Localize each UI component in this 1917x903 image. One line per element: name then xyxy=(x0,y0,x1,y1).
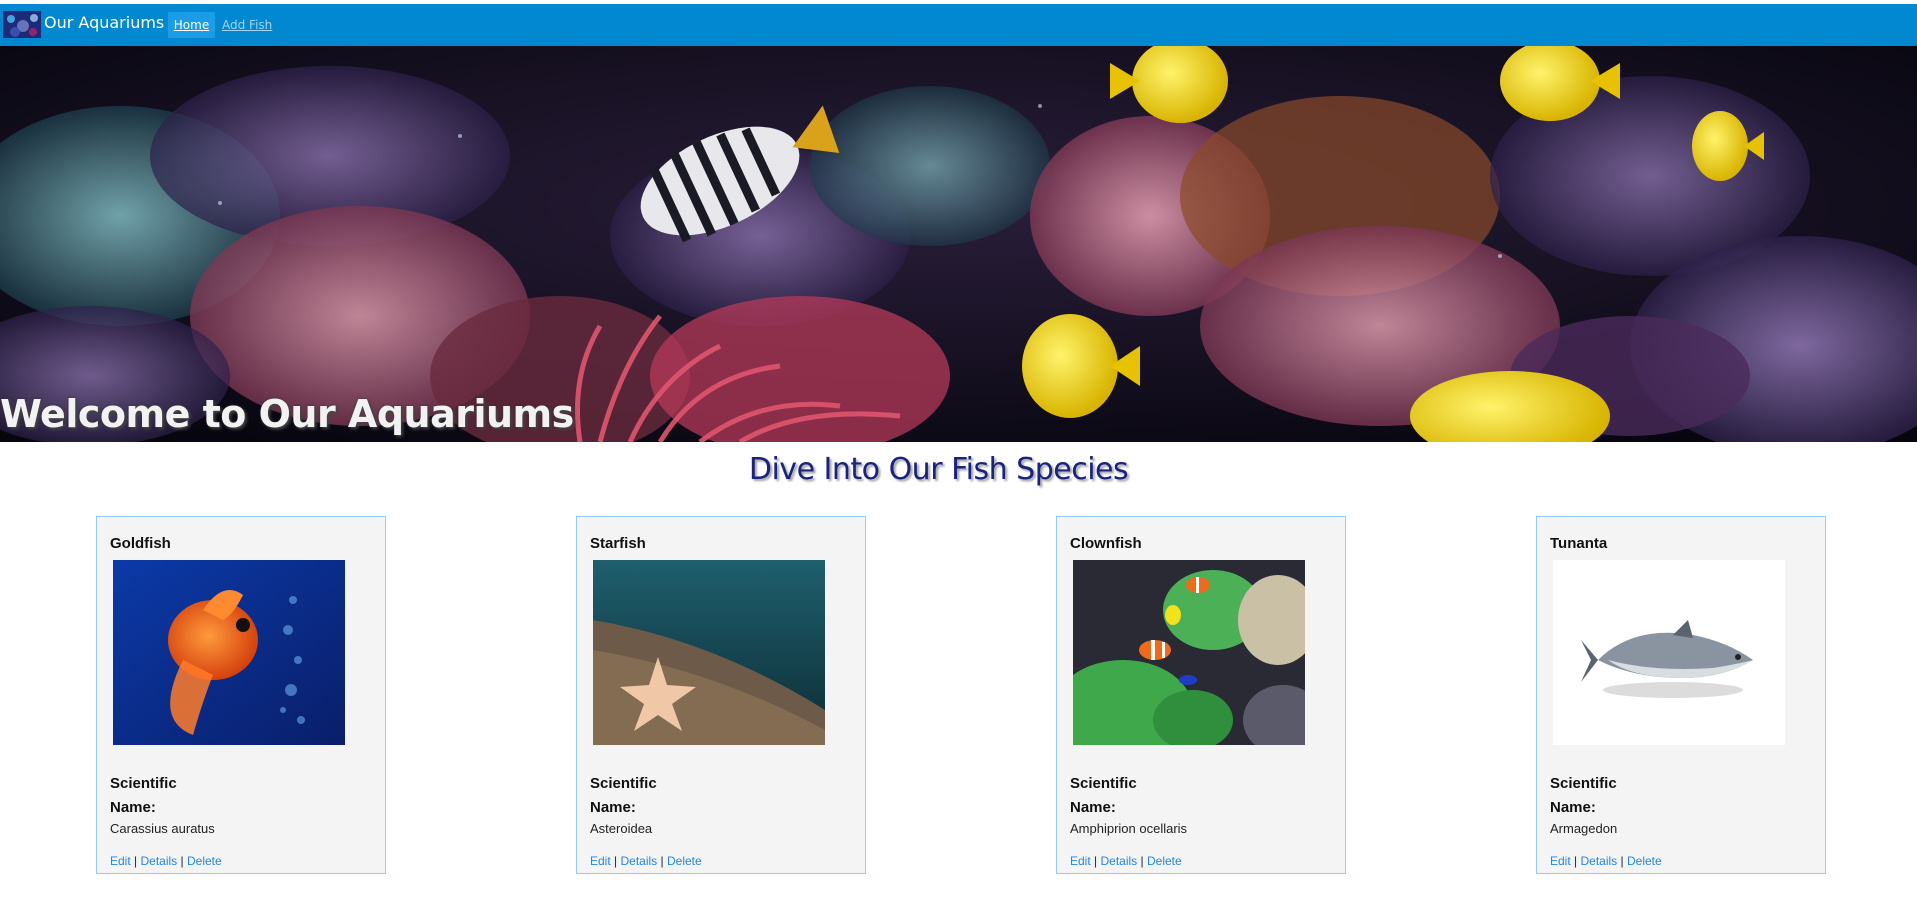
card-actions: Edit | Details | Delete xyxy=(1550,854,1662,868)
separator: | xyxy=(134,854,138,868)
scientific-name-value: Asteroidea xyxy=(590,821,653,836)
details-link[interactable]: Details xyxy=(621,854,658,868)
fish-card-tunanta: Tunanta Scientific Name: Armagedon Edit … xyxy=(1536,516,1826,874)
delete-link[interactable]: Delete xyxy=(667,854,702,868)
scientific-name-label: Scientific Name: xyxy=(1550,775,1617,816)
starfish-image xyxy=(593,560,825,745)
section-title: Dive Into Our Fish Species xyxy=(748,452,1129,487)
edit-link[interactable]: Edit xyxy=(1550,854,1571,868)
fish-card-clownfish: Clownfish Scientific Name: Amphiprion oc… xyxy=(1056,516,1346,874)
nav-home-link[interactable]: Home xyxy=(168,12,215,38)
separator: | xyxy=(1620,854,1624,868)
aquarium-logo-icon[interactable] xyxy=(3,11,41,38)
scientific-name-value: Carassius auratus xyxy=(110,821,215,836)
fish-card-starfish: Starfish Scientific Name: Asteroidea Edi… xyxy=(576,516,866,874)
fish-name: Clownfish xyxy=(1070,535,1142,552)
tuna-image xyxy=(1553,560,1785,745)
delete-link[interactable]: Delete xyxy=(187,854,222,868)
card-actions: Edit | Details | Delete xyxy=(110,854,222,868)
fish-card-goldfish: Goldfish Scientific Name: Carassius aura… xyxy=(96,516,386,874)
hero-banner xyxy=(0,46,1917,442)
separator: | xyxy=(1574,854,1578,868)
navbar: Our Aquariums Home Add Fish xyxy=(0,4,1917,46)
separator: | xyxy=(1140,854,1144,868)
card-actions: Edit | Details | Delete xyxy=(1070,854,1182,868)
scientific-name-value: Armagedon xyxy=(1550,821,1618,836)
card-actions: Edit | Details | Delete xyxy=(590,854,702,868)
delete-link[interactable]: Delete xyxy=(1627,854,1662,868)
coral-reef-banner-image xyxy=(0,46,1917,442)
delete-link[interactable]: Delete xyxy=(1147,854,1182,868)
separator: | xyxy=(1094,854,1098,868)
brand-link[interactable]: Our Aquariums xyxy=(44,13,164,32)
scientific-name-value: Amphiprion ocellaris xyxy=(1070,821,1188,836)
details-link[interactable]: Details xyxy=(1581,854,1618,868)
fish-name: Starfish xyxy=(590,535,646,552)
goldfish-image xyxy=(113,560,345,745)
edit-link[interactable]: Edit xyxy=(110,854,131,868)
scientific-name-label: Scientific Name: xyxy=(1070,775,1137,816)
fish-name: Goldfish xyxy=(110,535,171,552)
separator: | xyxy=(614,854,618,868)
hero-title: Welcome to Our Aquariums xyxy=(0,392,574,436)
nav-add-fish-link[interactable]: Add Fish xyxy=(222,12,272,38)
scientific-name-label: Scientific Name: xyxy=(590,775,657,816)
details-link[interactable]: Details xyxy=(141,854,178,868)
details-link[interactable]: Details xyxy=(1101,854,1138,868)
clownfish-image xyxy=(1073,560,1305,745)
fish-name: Tunanta xyxy=(1550,535,1608,552)
scientific-name-label: Scientific Name: xyxy=(110,775,177,816)
separator: | xyxy=(180,854,184,868)
edit-link[interactable]: Edit xyxy=(590,854,611,868)
separator: | xyxy=(660,854,664,868)
edit-link[interactable]: Edit xyxy=(1070,854,1091,868)
